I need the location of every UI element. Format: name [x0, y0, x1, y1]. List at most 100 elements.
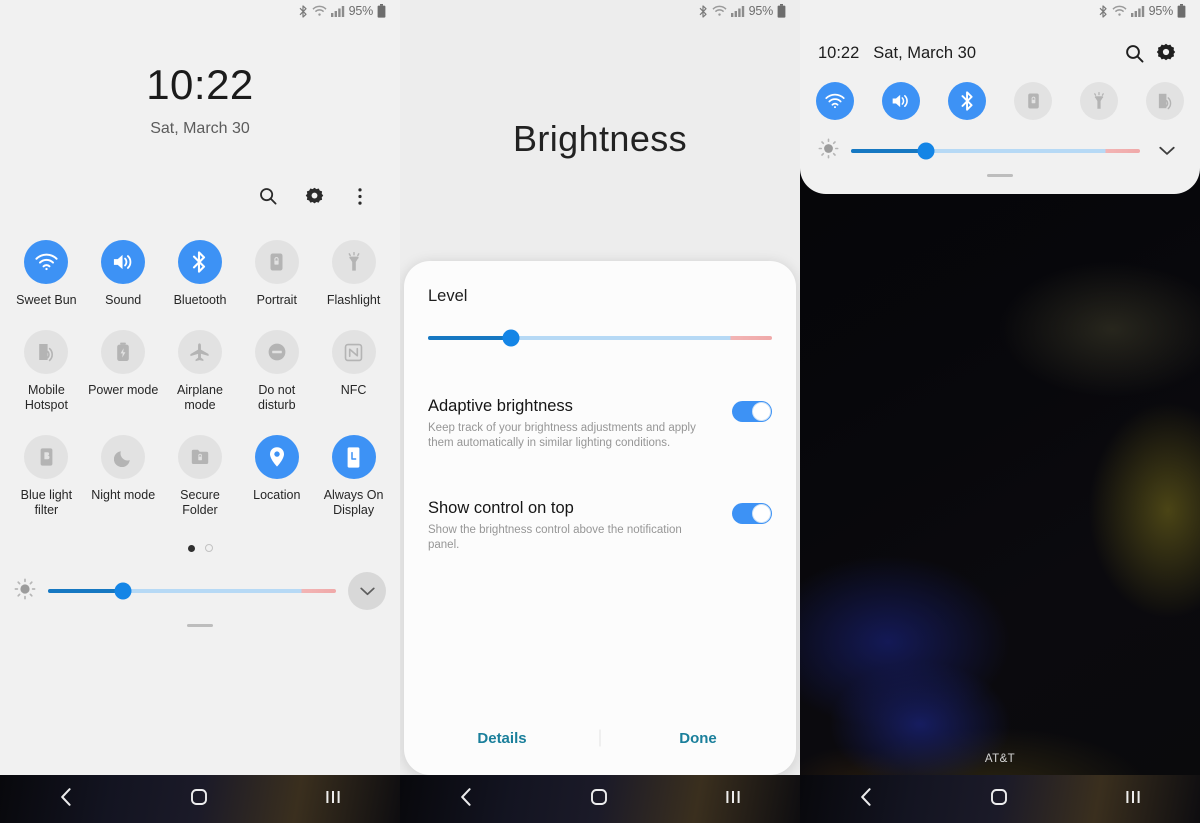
moon-icon: [113, 450, 130, 467]
tile-icon-wrap: [254, 330, 299, 374]
home-button[interactable]: [989, 787, 1009, 812]
tile-bluetooth[interactable]: [948, 82, 986, 120]
tile-sound[interactable]: [882, 82, 920, 120]
tile-label: Always On Display: [323, 488, 384, 517]
sound-icon: [892, 94, 908, 108]
battery-percent-label: 95%: [1148, 3, 1174, 18]
navigation-bar: [400, 775, 800, 823]
chevron-down-icon: [1159, 146, 1175, 155]
do-not-disturb-icon: [268, 343, 286, 361]
more-options-button[interactable]: [342, 178, 378, 214]
back-icon: [860, 787, 871, 806]
tile-label: Location: [253, 488, 301, 502]
tile-label: Sweet Bun: [16, 293, 77, 307]
expand-quick-settings-button[interactable]: [348, 572, 386, 610]
status-bar: 95%: [400, 0, 800, 22]
tile-icon-wrap: [177, 240, 222, 284]
tile-mobile-hotspot[interactable]: [1146, 82, 1184, 120]
rotation-lock-icon: [270, 253, 283, 271]
back-button[interactable]: [58, 787, 74, 812]
details-button[interactable]: Details: [404, 730, 600, 747]
tile-sweet-bun[interactable]: Sweet Bun: [8, 240, 85, 308]
back-button[interactable]: [858, 787, 874, 812]
level-slider[interactable]: [428, 328, 772, 348]
status-bar: 95%: [0, 0, 400, 22]
screenshot-stage: 95% 10:22 Sat, March 30 Sweet Bun Sound …: [0, 0, 1200, 823]
page-dot-inactive[interactable]: [204, 544, 213, 552]
tile-secure-folder[interactable]: Secure Folder: [162, 435, 239, 518]
tile-location[interactable]: Location: [238, 435, 315, 518]
slider-thumb[interactable]: [917, 142, 935, 160]
tile-icon-wrap: [177, 330, 222, 374]
brightness-slider[interactable]: [48, 581, 336, 601]
setting-adaptive-brightness[interactable]: Adaptive brightness Keep track of your b…: [428, 396, 772, 450]
tile-always-on-display[interactable]: Always On Display: [315, 435, 392, 518]
wifi-icon: [712, 5, 727, 16]
flashlight-icon: [1094, 91, 1104, 109]
setting-show-control-on-top[interactable]: Show control on top Show the brightness …: [428, 498, 772, 552]
home-button[interactable]: [589, 787, 609, 812]
tile-portrait[interactable]: [1014, 82, 1052, 120]
carrier-label: AT&T: [984, 753, 1016, 765]
battery-icon: [377, 4, 386, 18]
brightness-icon: [14, 578, 36, 599]
airplane-icon: [190, 342, 210, 361]
slider-fill: [428, 336, 511, 340]
settings-button[interactable]: [1150, 37, 1182, 69]
tile-icon-wrap: [24, 240, 69, 284]
tile-icon-wrap: [331, 435, 376, 479]
tile-flashlight[interactable]: [1080, 82, 1118, 120]
tile-wifi[interactable]: [816, 82, 854, 120]
power-mode-icon: [117, 342, 129, 361]
wifi-icon: [825, 93, 845, 109]
blue-light-filter-icon: [40, 448, 53, 466]
setting-texts: Show control on top Show the brightness …: [428, 498, 716, 552]
tile-airplane-mode[interactable]: Airplane mode: [162, 330, 239, 413]
recents-icon: [1126, 790, 1140, 803]
bluetooth-icon: [299, 4, 307, 18]
panel-drag-handle[interactable]: [987, 174, 1013, 177]
tile-portrait[interactable]: Portrait: [238, 240, 315, 308]
panel-drag-handle[interactable]: [187, 624, 213, 627]
expand-quick-settings-button[interactable]: [1152, 136, 1182, 166]
tile-night-mode[interactable]: Night mode: [85, 435, 162, 518]
tile-label: Sound: [105, 293, 142, 307]
home-icon: [591, 788, 607, 805]
slider-thumb[interactable]: [502, 329, 520, 347]
page-dot-active[interactable]: [187, 544, 195, 552]
navigation-bar: [800, 775, 1200, 823]
clock-time: 10:22: [146, 61, 254, 108]
quick-settings-actions: [0, 178, 400, 214]
tile-icon-wrap: [331, 240, 376, 284]
phone-panel-brightness-dialog: 95% Brightness Level Adaptive brightness…: [400, 0, 800, 823]
page-title: Brightness: [512, 118, 688, 159]
tile-do-not-disturb[interactable]: Do not disturb: [238, 330, 315, 413]
tile-blue-light-filter[interactable]: Blue light filter: [8, 435, 85, 518]
tile-nfc[interactable]: NFC: [315, 330, 392, 413]
bluetooth-icon: [961, 91, 973, 111]
slider-thumb[interactable]: [114, 582, 132, 600]
tile-sound[interactable]: Sound: [85, 240, 162, 308]
tile-icon-wrap: [24, 330, 69, 374]
tile-power-mode[interactable]: Power mode: [85, 330, 162, 413]
recents-button[interactable]: [1124, 788, 1142, 811]
chevron-down-icon: [359, 587, 375, 595]
recents-button[interactable]: [724, 788, 742, 811]
brightness-slider[interactable]: [851, 141, 1140, 161]
tile-bluetooth[interactable]: Bluetooth: [162, 240, 239, 308]
hotspot-icon: [1158, 93, 1172, 110]
back-button[interactable]: [458, 787, 474, 812]
search-button[interactable]: [250, 178, 286, 214]
search-button[interactable]: [1118, 37, 1150, 69]
tile-flashlight[interactable]: Flashlight: [315, 240, 392, 308]
tile-mobile-hotspot[interactable]: Mobile Hotspot: [8, 330, 85, 413]
adaptive-brightness-toggle[interactable]: [732, 401, 772, 422]
recents-button[interactable]: [324, 788, 342, 811]
settings-button[interactable]: [296, 178, 332, 214]
done-button[interactable]: Done: [600, 730, 796, 747]
setting-title: Show control on top: [428, 499, 574, 517]
bluetooth-icon: [193, 251, 206, 273]
show-control-on-top-toggle[interactable]: [732, 503, 772, 524]
home-button[interactable]: [189, 787, 209, 812]
hotspot-icon: [39, 344, 54, 362]
